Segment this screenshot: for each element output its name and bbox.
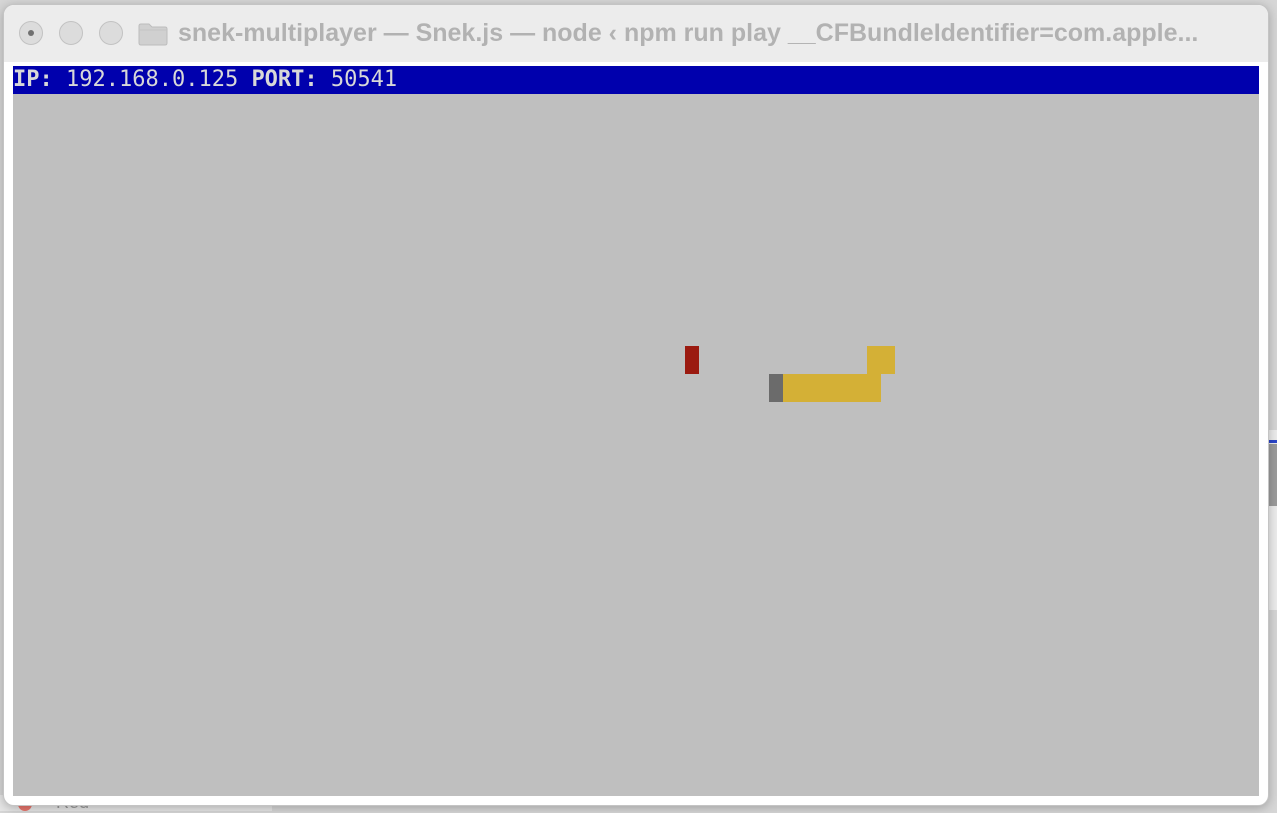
terminal-content[interactable]: IP: 192.168.0.125 PORT: 50541 bbox=[13, 66, 1259, 796]
title-bar[interactable]: snek-multiplayer — Snek.js — node ‹ npm … bbox=[4, 5, 1268, 62]
snake-body-segment bbox=[783, 374, 881, 402]
connection-status-bar: IP: 192.168.0.125 PORT: 50541 bbox=[13, 66, 1259, 94]
background-window-edge bbox=[1268, 430, 1277, 610]
background-block bbox=[1268, 444, 1277, 506]
port-value: 50541 bbox=[330, 67, 398, 92]
zoom-button[interactable] bbox=[99, 21, 123, 45]
close-dot-icon bbox=[28, 30, 34, 36]
terminal-window: snek-multiplayer — Snek.js — node ‹ npm … bbox=[3, 4, 1269, 806]
snake-body-segment bbox=[867, 346, 895, 374]
minimize-button[interactable] bbox=[59, 21, 83, 45]
ip-value: 192.168.0.125 bbox=[66, 67, 239, 92]
port-label: PORT: bbox=[251, 67, 318, 92]
window-title: snek-multiplayer — Snek.js — node ‹ npm … bbox=[178, 19, 1199, 47]
close-button[interactable] bbox=[19, 21, 43, 45]
ip-label: IP: bbox=[13, 67, 53, 92]
snake-head bbox=[769, 374, 783, 402]
food-pellet bbox=[685, 346, 699, 374]
folder-icon bbox=[138, 23, 168, 46]
background-accent-line bbox=[1268, 440, 1277, 443]
